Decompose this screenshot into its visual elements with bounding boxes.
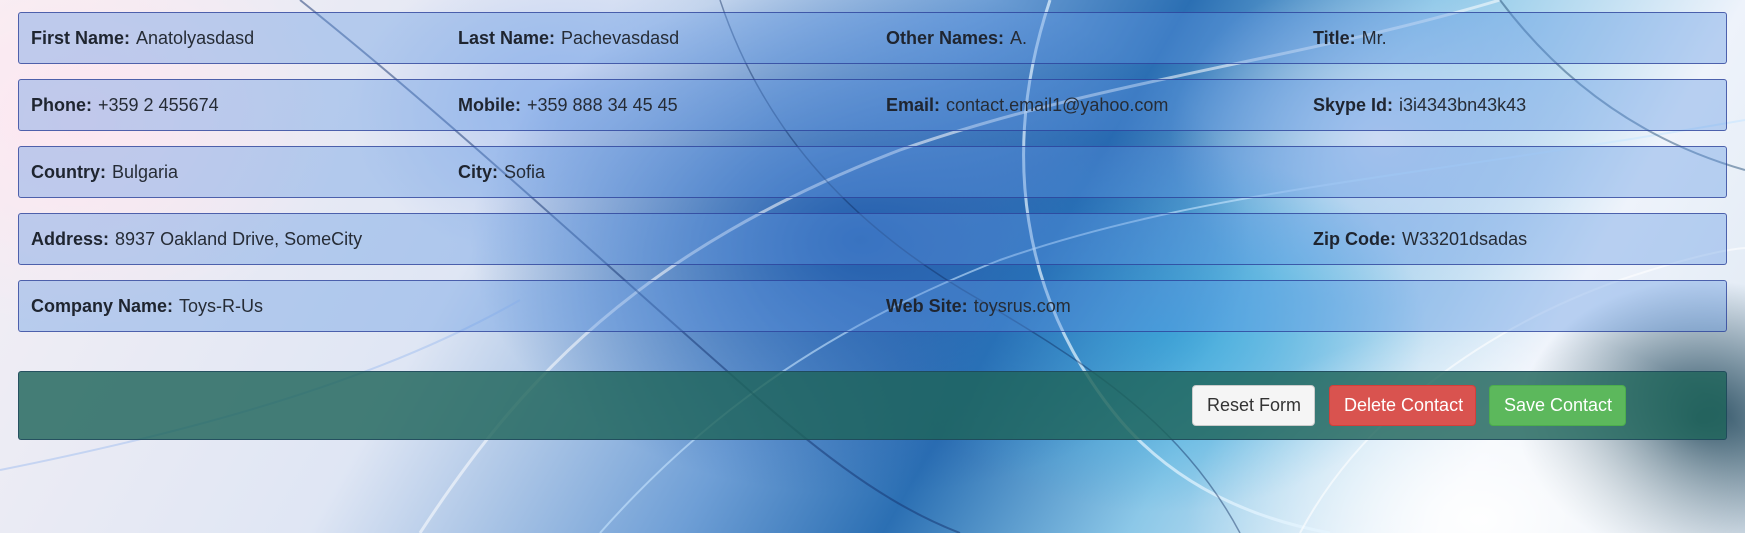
company-name-field: Company Name: Toys-R-Us <box>31 281 263 331</box>
company-name-label: Company Name: <box>31 295 174 316</box>
first-name-field: First Name: Anatolyasdasd <box>31 13 254 63</box>
phone-label: Phone: <box>31 94 92 115</box>
skype-field: Skype Id: i3i4343bn43k43 <box>1313 80 1526 130</box>
zip-code-label: Zip Code: <box>1313 228 1396 249</box>
country-field: Country: Bulgaria <box>31 147 178 197</box>
skype-label: Skype Id: <box>1313 94 1394 115</box>
phone-field: Phone: +359 2 455674 <box>31 80 219 130</box>
phone-value: +359 2 455674 <box>98 94 219 115</box>
website-label: Web Site: <box>886 295 968 316</box>
company-name-value: Toys-R-Us <box>179 295 264 316</box>
last-name-value: Pachevasdasd <box>561 27 680 48</box>
company-row: Company Name: Toys-R-Us Web Site: toysru… <box>18 280 1727 332</box>
address-value: 8937 Oakland Drive, SomeCity <box>115 228 363 249</box>
address-field: Address: 8937 Oakland Drive, SomeCity <box>31 214 362 264</box>
website-field: Web Site: toysrus.com <box>886 281 1071 331</box>
skype-value: i3i4343bn43k43 <box>1399 94 1527 115</box>
other-names-label: Other Names: <box>886 27 1005 48</box>
title-label: Title: <box>1313 27 1356 48</box>
last-name-label: Last Name: <box>458 27 556 48</box>
zip-code-field: Zip Code: W33201dsadas <box>1313 214 1527 264</box>
city-value: Sofia <box>504 161 546 182</box>
city-label: City: <box>458 161 498 182</box>
form-actions-bar: Reset Form Delete Contact Save Contact <box>18 371 1727 440</box>
email-label: Email: <box>886 94 941 115</box>
address-row: Address: 8937 Oakland Drive, SomeCity Zi… <box>18 213 1727 265</box>
contact-details: First Name: Anatolyasdasd Last Name: Pac… <box>18 12 1727 347</box>
other-names-value: A. <box>1010 27 1028 48</box>
website-value: toysrus.com <box>973 295 1071 316</box>
last-name-field: Last Name: Pachevasdasd <box>458 13 679 63</box>
country-label: Country: <box>31 161 106 182</box>
location-row: Country: Bulgaria City: Sofia <box>18 146 1727 198</box>
reset-form-button[interactable]: Reset Form <box>1192 385 1315 426</box>
save-contact-button[interactable]: Save Contact <box>1489 385 1626 426</box>
name-row: First Name: Anatolyasdasd Last Name: Pac… <box>18 12 1727 64</box>
address-label: Address: <box>31 228 110 249</box>
title-field: Title: Mr. <box>1313 13 1387 63</box>
email-field: Email: contact.email1@yahoo.com <box>886 80 1168 130</box>
email-value: contact.email1@yahoo.com <box>946 94 1169 115</box>
contact-methods-row: Phone: +359 2 455674 Mobile: +359 888 34… <box>18 79 1727 131</box>
mobile-label: Mobile: <box>458 94 521 115</box>
mobile-value: +359 888 34 45 45 <box>527 94 678 115</box>
delete-contact-button[interactable]: Delete Contact <box>1329 385 1476 426</box>
country-value: Bulgaria <box>112 161 179 182</box>
mobile-field: Mobile: +359 888 34 45 45 <box>458 80 678 130</box>
other-names-field: Other Names: A. <box>886 13 1027 63</box>
first-name-label: First Name: <box>31 27 131 48</box>
title-value: Mr. <box>1361 27 1387 48</box>
city-field: City: Sofia <box>458 147 545 197</box>
first-name-value: Anatolyasdasd <box>136 27 255 48</box>
zip-code-value: W33201dsadas <box>1402 228 1528 249</box>
